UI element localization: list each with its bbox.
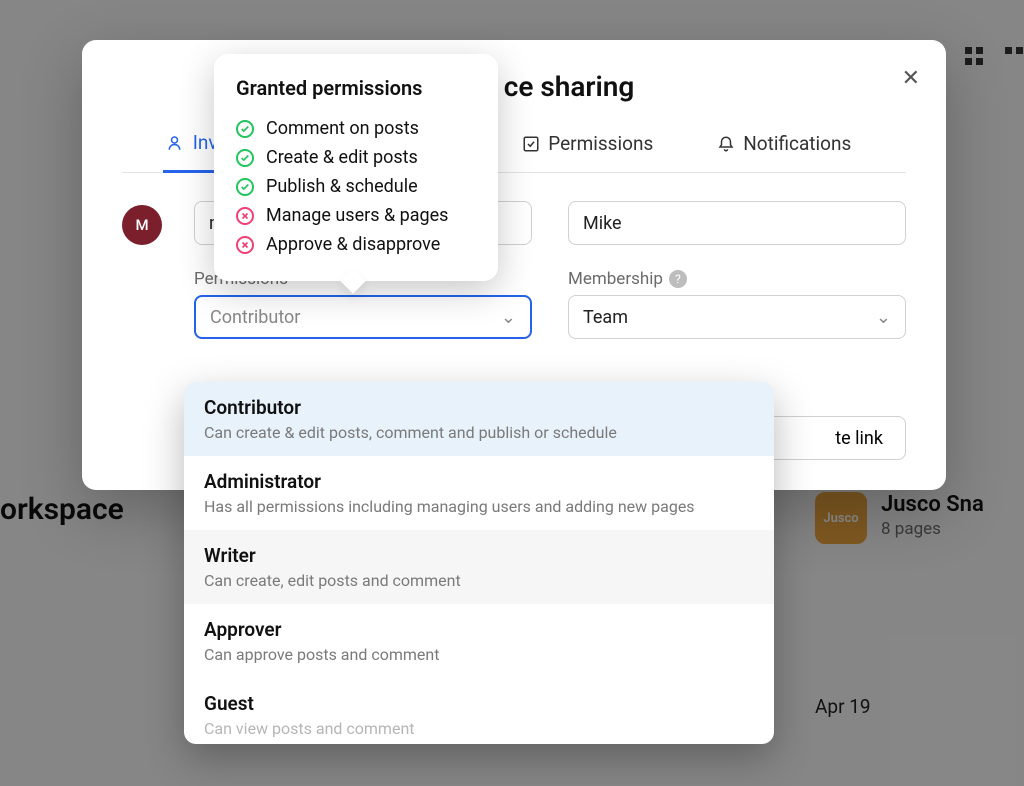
option-name: Administrator (204, 470, 754, 493)
permissions-dropdown: Contributor Can create & edit posts, comm… (184, 382, 774, 744)
chevron-down-icon: ⌄ (876, 307, 891, 328)
option-name: Approver (204, 618, 754, 641)
help-icon[interactable]: ? (669, 270, 687, 288)
tab-permissions[interactable]: Permissions (518, 131, 657, 172)
option-description: Can approve posts and comment (204, 645, 754, 664)
option-description: Can view posts and comment (204, 719, 754, 738)
permission-label: Manage users & pages (266, 205, 448, 226)
option-name: Writer (204, 544, 754, 567)
permission-item: Approve & disapprove (236, 230, 476, 259)
membership-select[interactable]: Team ⌄ (568, 295, 906, 339)
tooltip-title: Granted permissions (236, 76, 476, 100)
permission-item: Manage users & pages (236, 201, 476, 230)
option-name: Guest (204, 692, 754, 715)
check-circle-icon (236, 120, 254, 138)
check-circle-icon (236, 178, 254, 196)
permission-label: Publish & schedule (266, 176, 418, 197)
avatar: M (122, 205, 162, 245)
close-icon[interactable]: ✕ (902, 66, 920, 91)
tab-label: Notifications (743, 132, 851, 155)
checkbox-icon (522, 135, 540, 153)
user-icon (167, 134, 185, 152)
option-description: Can create, edit posts and comment (204, 571, 754, 590)
dropdown-option[interactable]: Approver Can approve posts and comment (184, 604, 774, 678)
invite-link-button[interactable]: te link (756, 416, 906, 460)
permissions-select[interactable]: Contributor ⌄ (194, 295, 532, 339)
permission-label: Approve & disapprove (266, 234, 440, 255)
option-description: Can create & edit posts, comment and pub… (204, 423, 754, 442)
granted-permissions-tooltip: Granted permissions Comment on posts Crea… (214, 54, 498, 281)
option-description: Has all permissions including managing u… (204, 497, 754, 516)
tab-notifications[interactable]: Notifications (713, 131, 855, 172)
bell-icon (717, 135, 735, 153)
check-circle-icon (236, 149, 254, 167)
x-circle-icon (236, 236, 254, 254)
permission-item: Create & edit posts (236, 143, 476, 172)
permission-label: Create & edit posts (266, 147, 418, 168)
dropdown-option[interactable]: Administrator Has all permissions includi… (184, 456, 774, 530)
permission-label: Comment on posts (266, 118, 419, 139)
x-circle-icon (236, 207, 254, 225)
permission-item: Publish & schedule (236, 172, 476, 201)
dropdown-option[interactable]: Guest Can view posts and comment (184, 678, 774, 744)
membership-label: Membership ? (568, 269, 906, 289)
dropdown-option[interactable]: Writer Can create, edit posts and comment (184, 530, 774, 604)
name-field[interactable]: Mike (568, 201, 906, 245)
dropdown-option[interactable]: Contributor Can create & edit posts, comm… (184, 382, 774, 456)
permission-item: Comment on posts (236, 114, 476, 143)
tab-label: Permissions (548, 132, 653, 155)
chevron-down-icon: ⌄ (501, 307, 516, 328)
option-name: Contributor (204, 396, 754, 419)
